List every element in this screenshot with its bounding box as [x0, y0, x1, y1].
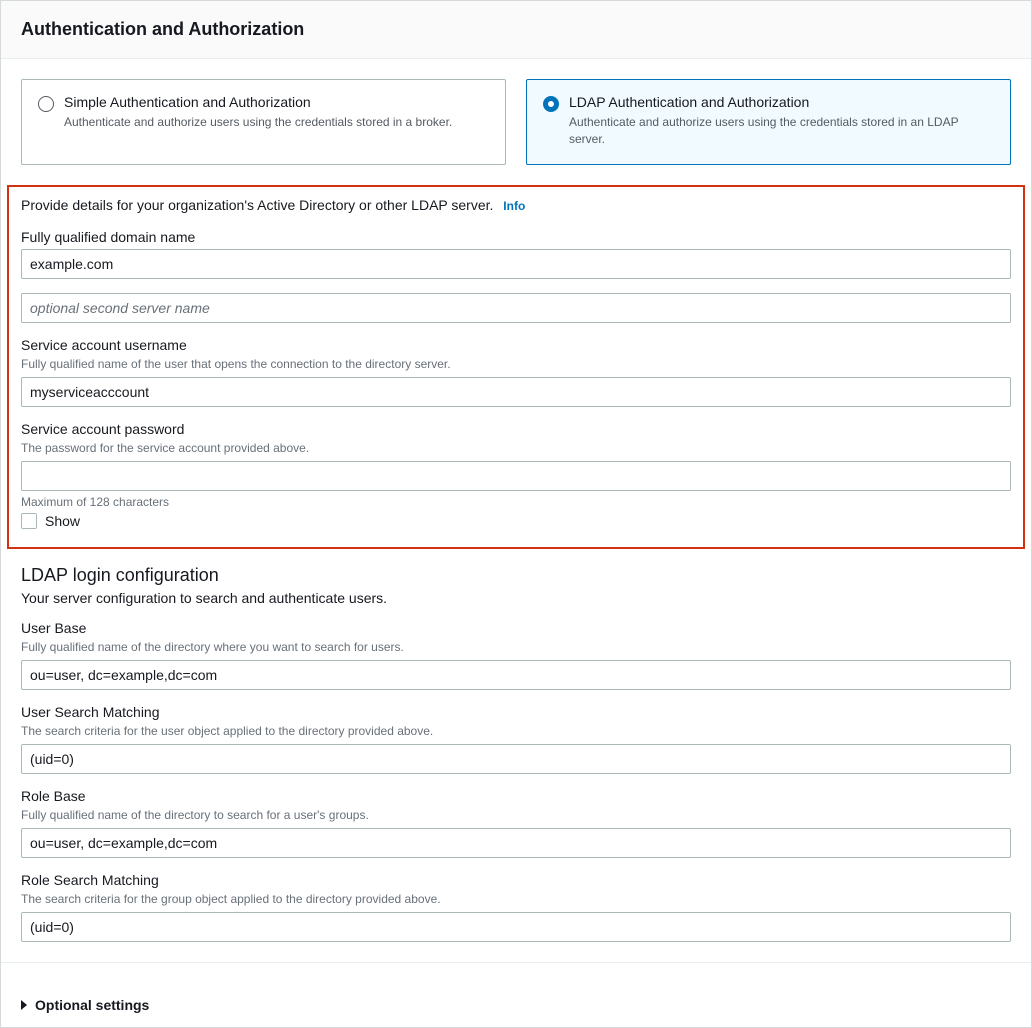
svc-user-input[interactable]: [21, 377, 1011, 407]
field-user-base: User Base Fully qualified name of the di…: [21, 620, 1011, 690]
field-svc-user: Service account username Fully qualified…: [21, 337, 1011, 407]
field-fqdn: Fully qualified domain name: [21, 229, 1011, 279]
field-label: Role Base: [21, 788, 1011, 804]
maxchars-hint: Maximum of 128 characters: [21, 495, 1011, 509]
role-base-input[interactable]: [21, 828, 1011, 858]
show-password-row: Show: [21, 513, 1011, 529]
radio-icon: [38, 96, 54, 112]
field-hint: The password for the service account pro…: [21, 441, 1011, 455]
field-hint: The search criteria for the user object …: [21, 724, 1011, 738]
option-text: LDAP Authentication and Authorization Au…: [569, 94, 994, 148]
fqdn-input[interactable]: [21, 249, 1011, 279]
field-hint: Fully qualified name of the user that op…: [21, 357, 1011, 371]
show-password-checkbox[interactable]: [21, 513, 37, 529]
chevron-right-icon: [21, 1000, 27, 1010]
section-intro: Provide details for your organization's …: [21, 197, 1011, 213]
panel-title: Authentication and Authorization: [21, 19, 1011, 40]
option-ldap-auth[interactable]: LDAP Authentication and Authorization Au…: [526, 79, 1011, 165]
divider: [1, 962, 1031, 963]
section-title: LDAP login configuration: [21, 565, 1011, 586]
svc-pass-input[interactable]: [21, 461, 1011, 491]
field-hint: The search criteria for the group object…: [21, 892, 1011, 906]
field-label: User Base: [21, 620, 1011, 636]
option-desc: Authenticate and authorize users using t…: [64, 114, 452, 131]
user-search-input[interactable]: [21, 744, 1011, 774]
option-title: LDAP Authentication and Authorization: [569, 94, 994, 110]
field-hint: Fully qualified name of the directory to…: [21, 808, 1011, 822]
second-server-input[interactable]: [21, 293, 1011, 323]
optional-settings-toggle[interactable]: Optional settings: [1, 983, 1031, 1027]
ldap-details-box: Provide details for your organization's …: [7, 185, 1025, 549]
option-text: Simple Authentication and Authorization …: [64, 94, 452, 131]
panel-content: Simple Authentication and Authorization …: [1, 59, 1031, 983]
field-label: User Search Matching: [21, 704, 1011, 720]
show-password-label: Show: [45, 513, 80, 529]
intro-text: Provide details for your organization's …: [21, 197, 493, 213]
field-label: Role Search Matching: [21, 872, 1011, 888]
field-svc-pass: Service account password The password fo…: [21, 421, 1011, 529]
field-hint: Fully qualified name of the directory wh…: [21, 640, 1011, 654]
field-role-base: Role Base Fully qualified name of the di…: [21, 788, 1011, 858]
optional-settings-label: Optional settings: [35, 997, 149, 1013]
field-second-server: [21, 293, 1011, 323]
field-role-search: Role Search Matching The search criteria…: [21, 872, 1011, 942]
info-link[interactable]: Info: [503, 199, 525, 213]
user-base-input[interactable]: [21, 660, 1011, 690]
ldap-login-config: LDAP login configuration Your server con…: [21, 565, 1011, 942]
section-sub: Your server configuration to search and …: [21, 590, 1011, 606]
auth-panel: Authentication and Authorization Simple …: [0, 0, 1032, 1028]
field-user-search: User Search Matching The search criteria…: [21, 704, 1011, 774]
option-title: Simple Authentication and Authorization: [64, 94, 452, 110]
field-label: Fully qualified domain name: [21, 229, 1011, 245]
field-label: Service account username: [21, 337, 1011, 353]
auth-options: Simple Authentication and Authorization …: [21, 79, 1011, 165]
field-label: Service account password: [21, 421, 1011, 437]
panel-header: Authentication and Authorization: [1, 1, 1031, 59]
role-search-input[interactable]: [21, 912, 1011, 942]
option-desc: Authenticate and authorize users using t…: [569, 114, 994, 148]
option-simple-auth[interactable]: Simple Authentication and Authorization …: [21, 79, 506, 165]
radio-icon: [543, 96, 559, 112]
